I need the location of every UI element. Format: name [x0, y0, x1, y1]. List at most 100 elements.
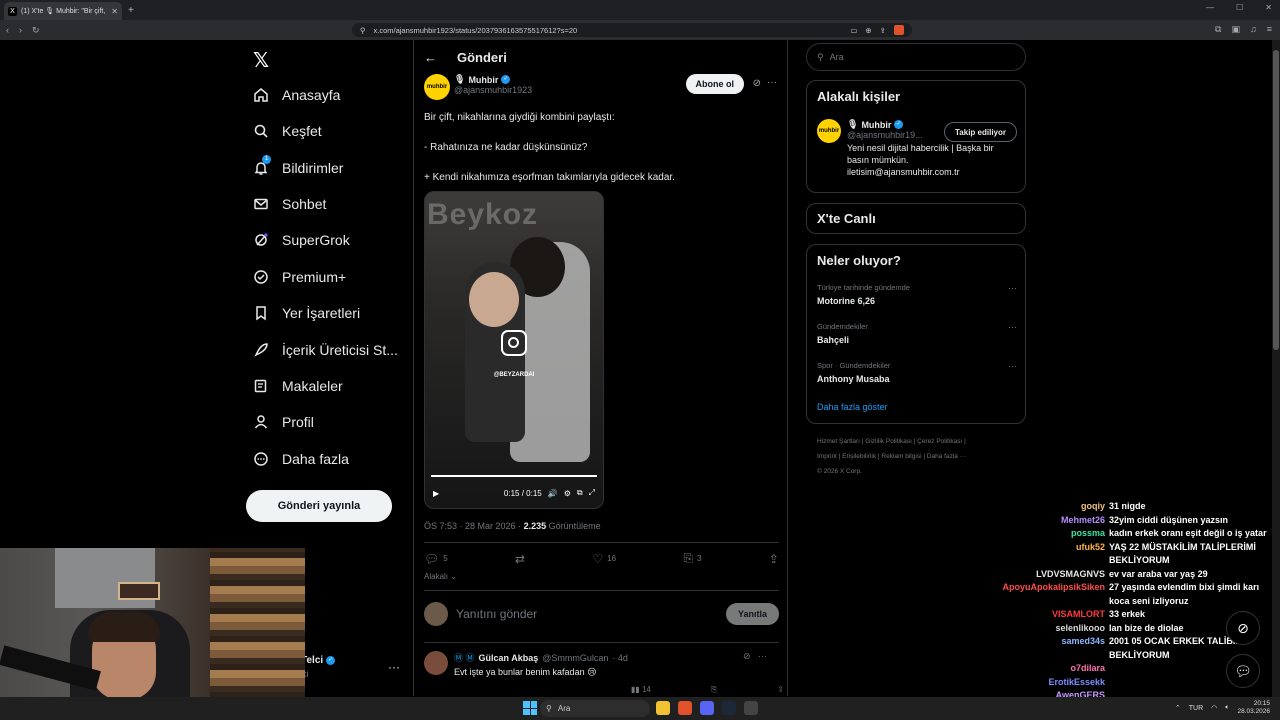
search-input[interactable]: ⚲ Ara	[806, 43, 1026, 71]
settings-icon[interactable]: ⚙	[564, 489, 571, 498]
video-player[interactable]: Beykoz @BEYZARDAI ▶ 0:15 / 0:15 🔊 ⚙ ⧉ ⤢	[424, 191, 604, 509]
site-info-icon[interactable]: ⚲	[360, 26, 366, 35]
sidebar-item-articles[interactable]: Makaleler	[253, 378, 343, 394]
zoom-icon[interactable]: ⊕	[865, 26, 871, 35]
reply-time[interactable]: · 4d	[612, 653, 628, 663]
more-options-icon[interactable]: ···	[767, 77, 777, 88]
sidebar-item-profile[interactable]: Profil	[253, 414, 314, 430]
sidebar-item-messages[interactable]: Sohbet	[253, 196, 326, 212]
author-handle[interactable]: @ajansmuhbir1923	[454, 85, 532, 95]
sort-replies-dropdown[interactable]: Alakalı ⌄	[424, 572, 457, 581]
reply-author-handle[interactable]: @SmmmGulcan	[542, 653, 608, 663]
trend-item[interactable]: Türkiye tarihinde gündemde Motorine 6,26…	[817, 283, 1017, 306]
following-button[interactable]: Takip ediliyor	[944, 122, 1017, 142]
maximize-icon[interactable]: ☐	[1236, 3, 1243, 12]
sidebar-item-more[interactable]: Daha fazla	[253, 451, 349, 467]
reply-item[interactable]: Ⓜ Ⓜ Gülcan Akbaş @SmmmGulcan · 4d Evt iş…	[424, 651, 779, 678]
share-icon[interactable]: ⇪	[777, 685, 784, 695]
reload-icon[interactable]: ↻	[32, 25, 40, 36]
obs-icon[interactable]	[744, 701, 758, 715]
scrollbar-thumb[interactable]	[1273, 50, 1279, 350]
more-options-icon[interactable]: ···	[758, 651, 767, 661]
trend-item[interactable]: Gündemdekiler Bahçeli ···	[817, 322, 1017, 345]
avatar[interactable]: muhbir	[817, 119, 841, 143]
reply-button[interactable]: 💬︎ 5	[424, 551, 448, 566]
minimize-icon[interactable]: —	[1206, 3, 1214, 12]
repost-button[interactable]: ⇄	[515, 551, 525, 566]
footer-line[interactable]: Hizmet Şartları | Gizlilik Politikası | …	[817, 434, 1017, 449]
windows-start-icon[interactable]	[523, 701, 537, 715]
speaker-icon[interactable]: 🔈︎	[1225, 704, 1229, 712]
volume-icon[interactable]: 🔊	[548, 489, 558, 498]
avatar[interactable]	[424, 651, 448, 675]
taskbar-search[interactable]: ⚲ Ara	[540, 700, 650, 717]
wallet-icon[interactable]: ▣	[1231, 24, 1240, 35]
author-name-row[interactable]: 🎙 Muhbir ✓	[454, 74, 532, 85]
views-stat[interactable]: ▮▮ 14	[631, 685, 651, 695]
more-options-icon[interactable]: ···	[1008, 361, 1017, 371]
more-options-icon[interactable]: ···	[388, 660, 400, 674]
tray-chevron-icon[interactable]: ⌃	[1175, 704, 1181, 712]
back-icon[interactable]: ‹	[6, 25, 9, 35]
share-button[interactable]: ⇪	[769, 551, 779, 566]
brave-shield-icon[interactable]	[894, 25, 904, 35]
video-progress-bar[interactable]	[431, 475, 597, 477]
browser-tab[interactable]: X (1) X'te 🎙 Muhbir: "Bir çift, nikâ ✕	[4, 2, 122, 20]
share-icon[interactable]: ⇪	[880, 26, 886, 35]
reply-author-name[interactable]: Gülcan Akbaş	[479, 653, 539, 663]
fullscreen-icon[interactable]: ⤢	[589, 488, 595, 498]
trend-item[interactable]: Spor · Gündemdekiler Anthony Musaba ···	[817, 361, 1017, 384]
close-tab-icon[interactable]: ✕	[111, 7, 118, 16]
show-more-link[interactable]: Daha fazla göster	[817, 402, 888, 412]
keyboard-language[interactable]: TUR	[1189, 705, 1203, 712]
footer-line[interactable]: Imprint | Erişilebilirlik | Reklam bilgi…	[817, 449, 1017, 464]
reply-tools: ⊘ ···	[743, 651, 767, 662]
subscribe-button[interactable]: Abone ol	[685, 74, 744, 94]
steam-icon[interactable]	[722, 701, 736, 715]
grok-icon[interactable]: ⊘	[743, 651, 751, 661]
sidebar-item-explore[interactable]: Keşfet	[253, 123, 322, 139]
extensions-icon[interactable]: ⧉	[1215, 24, 1221, 35]
clock[interactable]: 20:15 28.03.2026	[1237, 700, 1270, 716]
grok-fab-icon[interactable]: ⊘	[1226, 611, 1260, 645]
sidebar-item-bookmarks[interactable]: Yer İşaretleri	[253, 305, 360, 321]
media-icon[interactable]: ♫	[1250, 24, 1257, 35]
sidebar-item-notifications[interactable]: 1 Bildirimler	[253, 155, 343, 176]
discord-icon[interactable]	[700, 701, 714, 715]
play-icon[interactable]: ▶	[433, 489, 439, 498]
post-button[interactable]: Gönderi yayınla	[246, 490, 392, 522]
live-card[interactable]: X'te Canlı	[806, 203, 1026, 234]
bookmark-button[interactable]: ⎘ 3	[684, 551, 702, 566]
cast-icon[interactable]: ▭	[850, 26, 857, 35]
sidebar-item-home[interactable]: Anasayfa	[253, 87, 340, 103]
new-tab-icon[interactable]: +	[128, 5, 134, 16]
reply-submit-button[interactable]: Yanıtla	[725, 603, 779, 625]
wifi-icon[interactable]: ◠	[1211, 704, 1217, 712]
pip-icon[interactable]: ⧉	[577, 488, 583, 498]
close-window-icon[interactable]: ✕	[1265, 3, 1272, 12]
bookmark-icon[interactable]: ⎘	[711, 685, 717, 695]
brave-browser-icon[interactable]	[678, 701, 692, 715]
address-bar[interactable]: ⚲ x.com/ajansmuhbir1923/status/203793616…	[352, 23, 912, 37]
avatar[interactable]: muhbir	[424, 74, 450, 100]
chat-message: goqiy 31 nigde	[960, 500, 1280, 514]
sidebar-item-creator-studio[interactable]: İçerik Üreticisi St...	[253, 342, 398, 358]
related-bio: Yeni nesil dijital habercilik | Başka bi…	[847, 143, 994, 177]
sidebar-item-premium[interactable]: Premium+	[253, 269, 346, 285]
x-logo-icon[interactable]: 𝕏	[253, 48, 269, 73]
chat-text: kadın erkek oranı eşit değil o iş yatar	[1109, 528, 1267, 538]
reply-input[interactable]: Yanıtını gönder	[456, 607, 718, 621]
like-button[interactable]: ♡ 16	[592, 551, 616, 566]
back-arrow-icon[interactable]: ←	[424, 50, 437, 65]
messages-fab-icon[interactable]: 💬︎	[1226, 654, 1260, 688]
sidebar-item-supergrok[interactable]: SuperGrok	[253, 232, 350, 248]
menu-icon[interactable]: ≡	[1267, 24, 1272, 35]
webcam-background	[118, 582, 160, 600]
more-options-icon[interactable]: ···	[1008, 283, 1017, 293]
grok-icon[interactable]: ⊘	[753, 78, 761, 89]
post-time[interactable]: ÖS 7:53 · 28 Mar 2026 ·	[424, 521, 521, 531]
forward-icon[interactable]: ›	[19, 25, 22, 35]
chat-text: 27 yaşında evlendim bixi şimdi karı koca…	[1109, 582, 1260, 606]
file-explorer-icon[interactable]	[656, 701, 670, 715]
more-options-icon[interactable]: ···	[1008, 322, 1017, 332]
